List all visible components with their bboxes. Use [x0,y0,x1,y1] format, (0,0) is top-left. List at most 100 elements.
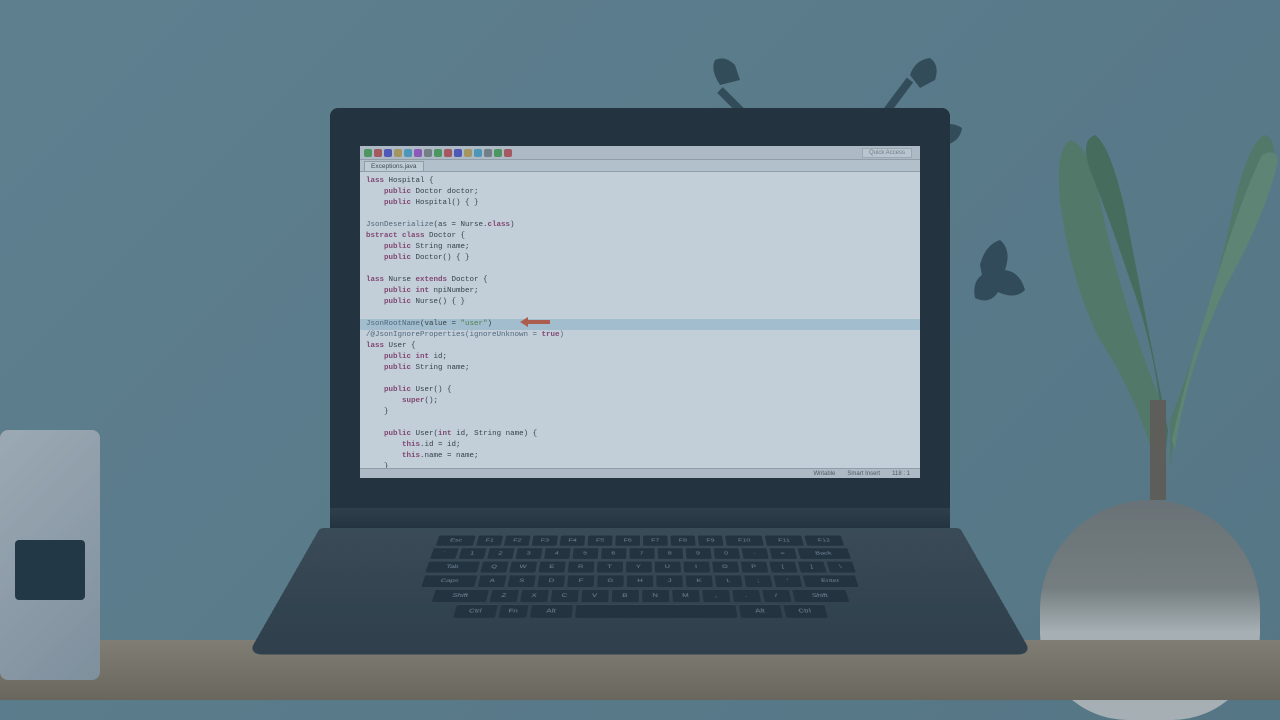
key[interactable]: K [685,575,712,587]
key[interactable]: ' [773,575,802,587]
key[interactable]: Enter [802,575,858,587]
key[interactable]: [ [769,561,797,573]
plant-decoration [1040,0,1280,720]
key[interactable]: F5 [587,535,612,546]
editor-tab[interactable]: Exceptions.java [364,161,424,171]
ide-status-bar: Writable Smart Insert 118 : 1 [360,468,920,478]
key[interactable]: F11 [765,535,805,546]
laptop-hinge [330,508,950,528]
key[interactable]: Shift [791,589,849,602]
key[interactable]: H [627,575,654,587]
toolbar-icon[interactable] [494,149,502,157]
key[interactable]: A [478,575,507,587]
key[interactable]: O [711,561,738,573]
key[interactable]: 5 [572,548,598,559]
toolbar-icon[interactable] [444,149,452,157]
toolbar-icon[interactable] [454,149,462,157]
key[interactable]: Alt [529,604,572,618]
toolbar-icon[interactable] [474,149,482,157]
key[interactable]: - [741,548,768,559]
key[interactable]: . [731,589,760,602]
key[interactable]: F7 [643,535,668,546]
ide-tab-bar: Exceptions.java [360,160,920,172]
key[interactable]: 4 [543,548,570,559]
key[interactable]: M [672,589,700,602]
key[interactable]: C [550,589,578,602]
key[interactable]: U [654,561,680,573]
toolbar-icon[interactable] [394,149,402,157]
key[interactable]: T [596,561,622,573]
key[interactable]: Y [625,561,651,573]
key[interactable]: Shift [431,589,489,602]
toolbar-icon[interactable] [484,149,492,157]
key[interactable]: E [538,561,565,573]
key[interactable]: S [507,575,536,587]
toolbar-icon[interactable] [434,149,442,157]
key[interactable]: Fn [498,604,528,618]
laptop-keyboard: EscF1F2F3F4F5F6F7F8F9F10F11F12 `123456789… [248,528,1033,655]
status-insert-mode: Smart Insert [847,471,880,477]
key[interactable]: F1 [476,535,503,546]
key[interactable]: W [509,561,537,573]
toolbar-icon[interactable] [464,149,472,157]
toolbar-icon[interactable] [384,149,392,157]
key[interactable]: F8 [670,535,695,546]
key[interactable]: Tab [425,561,480,573]
key[interactable]: 6 [600,548,626,559]
toolbar-icon[interactable] [414,149,422,157]
key[interactable]: F6 [615,535,640,546]
key[interactable]: 8 [657,548,683,559]
key[interactable]: J [656,575,683,587]
key[interactable]: ] [797,561,826,573]
key[interactable] [574,604,736,618]
key[interactable]: F [567,575,594,587]
key[interactable]: Q [480,561,509,573]
key[interactable]: F10 [725,535,764,546]
key[interactable]: I [683,561,710,573]
key[interactable]: R [567,561,594,573]
key[interactable]: Esc [436,535,476,546]
key[interactable]: Caps [421,575,477,587]
key[interactable]: G [597,575,624,587]
key[interactable]: Ctrl [783,604,828,618]
key[interactable]: ; [744,575,773,587]
key[interactable]: Ctrl [453,604,498,618]
toolbar-icon[interactable] [404,149,412,157]
laptop-bezel: Quick Access Exceptions.java lass Hospit… [330,108,950,508]
desk-phone [0,430,100,680]
key[interactable]: Back [797,548,851,559]
key[interactable]: F12 [804,535,844,546]
key[interactable]: Z [489,589,519,602]
key[interactable]: 1 [458,548,486,559]
key[interactable]: / [761,589,791,602]
key[interactable]: \ [826,561,856,573]
key[interactable]: F9 [698,535,724,546]
quick-access-field[interactable]: Quick Access [862,148,912,158]
key[interactable]: L [715,575,743,587]
key[interactable]: D [537,575,565,587]
toolbar-icon[interactable] [504,149,512,157]
key[interactable]: 2 [486,548,514,559]
key[interactable]: 3 [515,548,542,559]
key[interactable]: X [519,589,548,602]
status-writable: Writable [814,471,836,477]
key[interactable]: F3 [532,535,558,546]
code-editor[interactable]: lass Hospital { public Doctor doctor; pu… [360,172,920,468]
key[interactable]: = [769,548,797,559]
key[interactable]: ` [430,548,459,559]
key[interactable]: F2 [504,535,531,546]
toolbar-icon[interactable] [374,149,382,157]
key[interactable]: P [740,561,768,573]
toolbar-icon[interactable] [364,149,372,157]
key[interactable]: N [642,589,669,602]
ide-toolbar[interactable]: Quick Access [360,146,920,160]
key[interactable]: Alt [738,604,782,618]
key[interactable]: F4 [560,535,586,546]
key[interactable]: 0 [713,548,740,559]
key[interactable]: 9 [685,548,711,559]
key[interactable]: B [611,589,638,602]
key[interactable]: 7 [629,548,654,559]
key[interactable]: , [702,589,730,602]
toolbar-icon[interactable] [424,149,432,157]
key[interactable]: V [581,589,609,602]
